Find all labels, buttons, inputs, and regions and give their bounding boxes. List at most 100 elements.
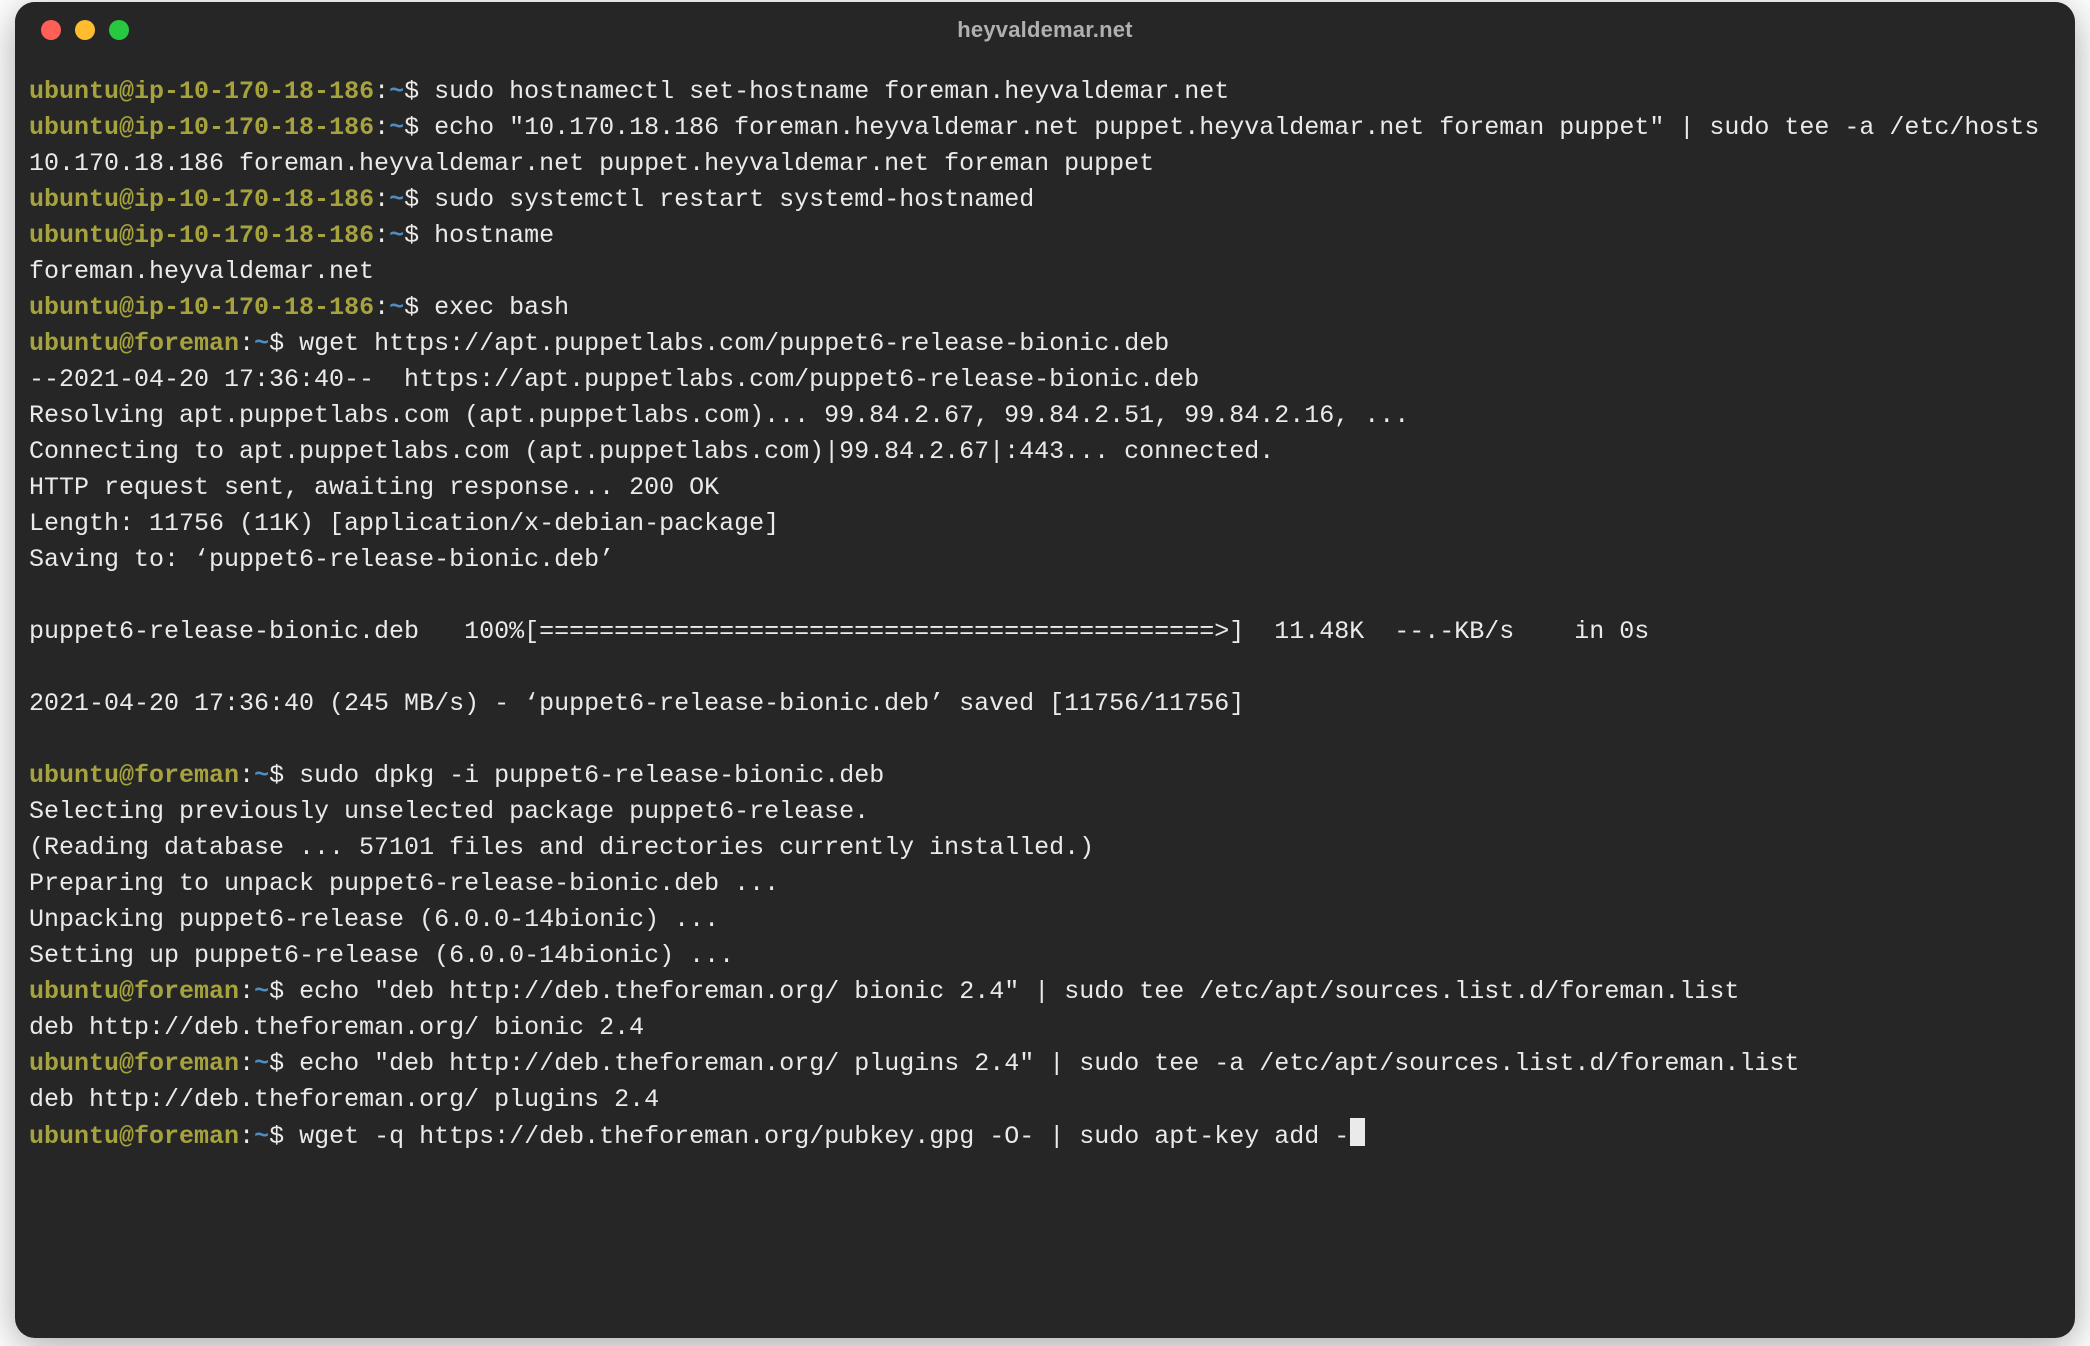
colon: : bbox=[374, 185, 389, 214]
output-text: Saving to: ‘puppet6-release-bionic.deb’ bbox=[29, 545, 614, 574]
at-symbol: @ bbox=[119, 329, 134, 358]
prompt-line: ubuntu@ip-10-170-18-186:~$ echo "10.170.… bbox=[29, 110, 2061, 146]
prompt-path: ~ bbox=[389, 77, 404, 106]
output-line: (Reading database ... 57101 files and di… bbox=[29, 830, 2061, 866]
colon: : bbox=[239, 329, 254, 358]
prompt-host: foreman bbox=[134, 1122, 239, 1151]
output-line: deb http://deb.theforeman.org/ bionic 2.… bbox=[29, 1010, 2061, 1046]
output-line: 10.170.18.186 foreman.heyvaldemar.net pu… bbox=[29, 146, 2061, 182]
window-title: heyvaldemar.net bbox=[957, 17, 1132, 43]
terminal-window: heyvaldemar.net ubuntu@ip-10-170-18-186:… bbox=[15, 2, 2075, 1338]
output-text: Connecting to apt.puppetlabs.com (apt.pu… bbox=[29, 437, 1274, 466]
command-text: sudo dpkg -i puppet6-release-bionic.deb bbox=[299, 761, 884, 790]
prompt-host: foreman bbox=[134, 1049, 239, 1078]
prompt-line: ubuntu@foreman:~$ echo "deb http://deb.t… bbox=[29, 1046, 2061, 1082]
prompt-user: ubuntu bbox=[29, 293, 119, 322]
colon: : bbox=[239, 761, 254, 790]
at-symbol: @ bbox=[119, 1049, 134, 1078]
output-line: Connecting to apt.puppetlabs.com (apt.pu… bbox=[29, 434, 2061, 470]
prompt-path: ~ bbox=[254, 977, 269, 1006]
prompt-user: ubuntu bbox=[29, 1049, 119, 1078]
command-text: sudo systemctl restart systemd-hostnamed bbox=[434, 185, 1034, 214]
output-line: Resolving apt.puppetlabs.com (apt.puppet… bbox=[29, 398, 2061, 434]
prompt-path: ~ bbox=[389, 113, 404, 142]
at-symbol: @ bbox=[119, 221, 134, 250]
prompt-host: foreman bbox=[134, 329, 239, 358]
output-text: Preparing to unpack puppet6-release-bion… bbox=[29, 869, 779, 898]
prompt-path: ~ bbox=[389, 185, 404, 214]
prompt-dollar: $ bbox=[269, 1122, 299, 1151]
output-text: foreman.heyvaldemar.net bbox=[29, 257, 374, 286]
output-line: Preparing to unpack puppet6-release-bion… bbox=[29, 866, 2061, 902]
at-symbol: @ bbox=[119, 185, 134, 214]
output-line: --2021-04-20 17:36:40-- https://apt.pupp… bbox=[29, 362, 2061, 398]
prompt-user: ubuntu bbox=[29, 1122, 119, 1151]
output-line: Unpacking puppet6-release (6.0.0-14bioni… bbox=[29, 902, 2061, 938]
command-text: exec bash bbox=[434, 293, 569, 322]
colon: : bbox=[239, 1122, 254, 1151]
colon: : bbox=[239, 1049, 254, 1078]
output-line: Saving to: ‘puppet6-release-bionic.deb’ bbox=[29, 542, 2061, 578]
prompt-line: ubuntu@foreman:~$ sudo dpkg -i puppet6-r… bbox=[29, 758, 2061, 794]
colon: : bbox=[374, 293, 389, 322]
at-symbol: @ bbox=[119, 77, 134, 106]
prompt-dollar: $ bbox=[269, 1049, 299, 1078]
prompt-path: ~ bbox=[389, 293, 404, 322]
output-text: Setting up puppet6-release (6.0.0-14bion… bbox=[29, 941, 734, 970]
prompt-host: ip-10-170-18-186 bbox=[134, 293, 374, 322]
output-text: HTTP request sent, awaiting response... … bbox=[29, 473, 719, 502]
minimize-icon[interactable] bbox=[75, 20, 95, 40]
colon: : bbox=[374, 113, 389, 142]
prompt-dollar: $ bbox=[404, 113, 434, 142]
output-text: Length: 11756 (11K) [application/x-debia… bbox=[29, 509, 779, 538]
prompt-dollar: $ bbox=[404, 293, 434, 322]
prompt-line: ubuntu@ip-10-170-18-186:~$ sudo systemct… bbox=[29, 182, 2061, 218]
prompt-dollar: $ bbox=[404, 221, 434, 250]
command-text: wget https://apt.puppetlabs.com/puppet6-… bbox=[299, 329, 1169, 358]
close-icon[interactable] bbox=[41, 20, 61, 40]
blank-line bbox=[29, 578, 2061, 614]
command-text: hostname bbox=[434, 221, 554, 250]
prompt-path: ~ bbox=[254, 1049, 269, 1078]
output-text: Resolving apt.puppetlabs.com (apt.puppet… bbox=[29, 401, 1409, 430]
titlebar: heyvaldemar.net bbox=[15, 2, 2075, 58]
output-line: HTTP request sent, awaiting response... … bbox=[29, 470, 2061, 506]
prompt-host: ip-10-170-18-186 bbox=[134, 77, 374, 106]
prompt-dollar: $ bbox=[269, 977, 299, 1006]
output-text: deb http://deb.theforeman.org/ bionic 2.… bbox=[29, 1013, 644, 1042]
zoom-icon[interactable] bbox=[109, 20, 129, 40]
prompt-line: ubuntu@ip-10-170-18-186:~$ sudo hostname… bbox=[29, 74, 2061, 110]
prompt-dollar: $ bbox=[404, 77, 434, 106]
command-text: wget -q https://deb.theforeman.org/pubke… bbox=[299, 1122, 1349, 1151]
at-symbol: @ bbox=[119, 293, 134, 322]
output-line: Setting up puppet6-release (6.0.0-14bion… bbox=[29, 938, 2061, 974]
output-line: Selecting previously unselected package … bbox=[29, 794, 2061, 830]
output-text: 2021-04-20 17:36:40 (245 MB/s) - ‘puppet… bbox=[29, 689, 1244, 718]
cursor bbox=[1350, 1118, 1365, 1146]
prompt-user: ubuntu bbox=[29, 221, 119, 250]
colon: : bbox=[239, 977, 254, 1006]
prompt-host: ip-10-170-18-186 bbox=[134, 113, 374, 142]
prompt-line: ubuntu@ip-10-170-18-186:~$ hostname bbox=[29, 218, 2061, 254]
output-text: Unpacking puppet6-release (6.0.0-14bioni… bbox=[29, 905, 719, 934]
command-text: echo "deb http://deb.theforeman.org/ plu… bbox=[299, 1049, 1799, 1078]
output-text: deb http://deb.theforeman.org/ plugins 2… bbox=[29, 1085, 659, 1114]
prompt-user: ubuntu bbox=[29, 185, 119, 214]
output-text: 10.170.18.186 foreman.heyvaldemar.net pu… bbox=[29, 149, 1154, 178]
output-line: foreman.heyvaldemar.net bbox=[29, 254, 2061, 290]
blank-line bbox=[29, 650, 2061, 686]
prompt-line: ubuntu@foreman:~$ wget https://apt.puppe… bbox=[29, 326, 2061, 362]
command-text: echo "deb http://deb.theforeman.org/ bio… bbox=[299, 977, 1739, 1006]
at-symbol: @ bbox=[119, 1122, 134, 1151]
prompt-host: ip-10-170-18-186 bbox=[134, 221, 374, 250]
colon: : bbox=[374, 221, 389, 250]
prompt-user: ubuntu bbox=[29, 113, 119, 142]
output-text: --2021-04-20 17:36:40-- https://apt.pupp… bbox=[29, 365, 1199, 394]
prompt-line: ubuntu@foreman:~$ echo "deb http://deb.t… bbox=[29, 974, 2061, 1010]
output-line: deb http://deb.theforeman.org/ plugins 2… bbox=[29, 1082, 2061, 1118]
colon: : bbox=[374, 77, 389, 106]
at-symbol: @ bbox=[119, 761, 134, 790]
terminal-output[interactable]: ubuntu@ip-10-170-18-186:~$ sudo hostname… bbox=[15, 58, 2075, 1169]
command-text: echo "10.170.18.186 foreman.heyvaldemar.… bbox=[434, 113, 2039, 142]
output-line: Length: 11756 (11K) [application/x-debia… bbox=[29, 506, 2061, 542]
